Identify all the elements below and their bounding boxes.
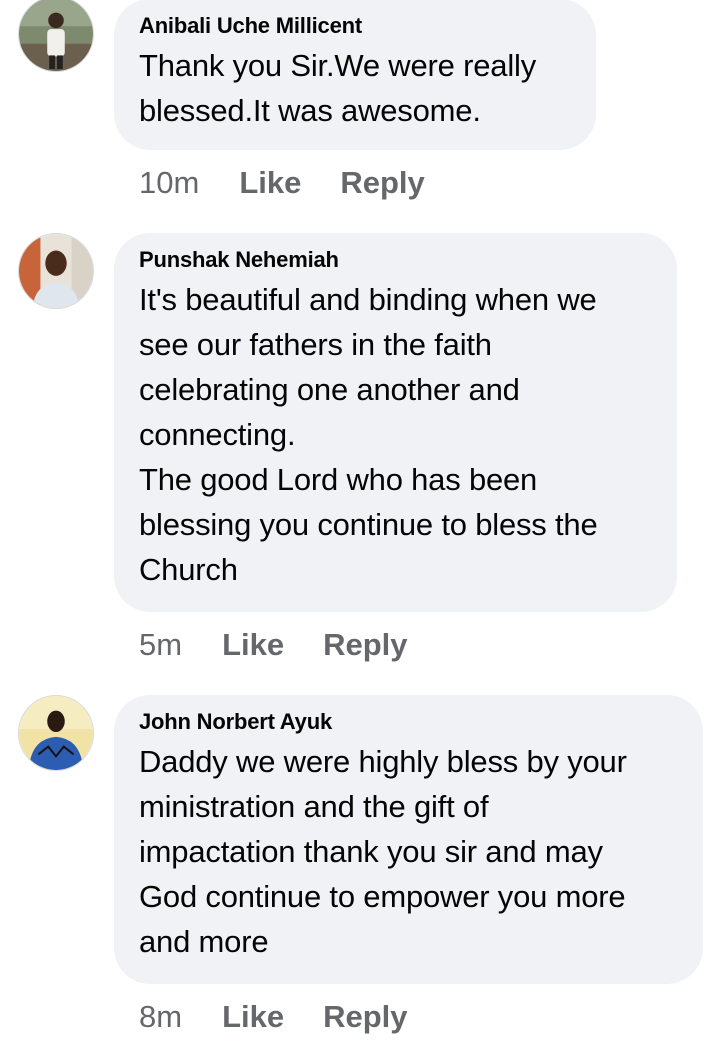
comment-author[interactable]: Punshak Nehemiah: [139, 245, 651, 275]
comment-actions: 5m Like Reply: [139, 627, 408, 663]
comment-text: Thank you Sir.We were really blessed.It …: [139, 48, 536, 128]
reply-button[interactable]: Reply: [323, 999, 407, 1035]
reply-button[interactable]: Reply: [323, 627, 407, 663]
comment-bubble: John Norbert Ayuk Daddy we were highly b…: [114, 695, 703, 984]
comment-bubble: Anibali Uche Millicent Thank you Sir.We …: [114, 0, 596, 150]
avatar[interactable]: [18, 695, 94, 771]
comment-actions: 10m Like Reply: [139, 165, 425, 201]
avatar[interactable]: [18, 233, 94, 309]
avatar[interactable]: [18, 0, 94, 72]
reply-button[interactable]: Reply: [340, 165, 424, 201]
comment-text: Daddy we were highly bless by your minis…: [139, 744, 627, 959]
comment-author[interactable]: John Norbert Ayuk: [139, 707, 677, 737]
comment-author[interactable]: Anibali Uche Millicent: [139, 11, 570, 41]
comment-timestamp[interactable]: 8m: [139, 999, 182, 1035]
like-button[interactable]: Like: [239, 165, 301, 201]
comment-timestamp[interactable]: 10m: [139, 165, 199, 201]
like-button[interactable]: Like: [222, 627, 284, 663]
comment-timestamp[interactable]: 5m: [139, 627, 182, 663]
comment-bubble: Punshak Nehemiah It's beautiful and bind…: [114, 233, 677, 612]
profile-photo-icon: [19, 0, 93, 71]
like-button[interactable]: Like: [222, 999, 284, 1035]
comment-text: It's beautiful and binding when we see o…: [139, 282, 598, 587]
comment-actions: 8m Like Reply: [139, 999, 408, 1035]
profile-photo-icon: [19, 696, 93, 770]
profile-photo-icon: [19, 234, 93, 308]
